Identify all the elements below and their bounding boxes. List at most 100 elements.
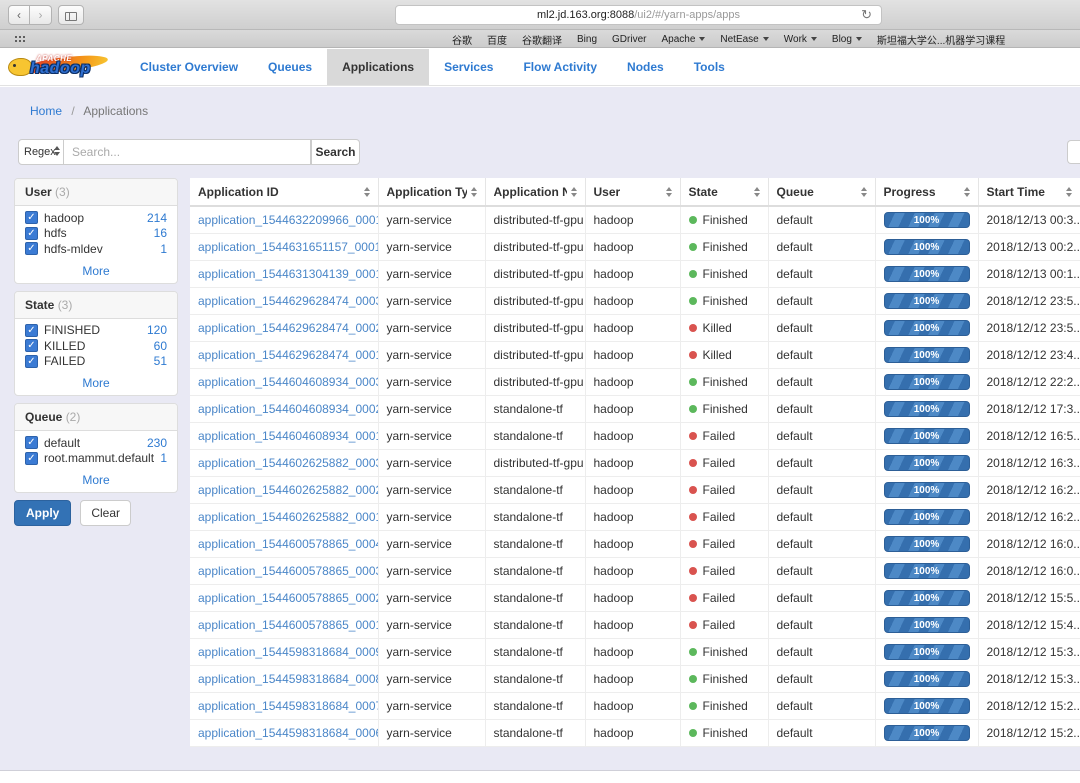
nav-tab[interactable]: Applications xyxy=(327,49,429,85)
application-link[interactable]: application_1544600578865_0004 xyxy=(198,537,378,551)
cell-queue: default xyxy=(768,530,875,557)
checkbox-checked[interactable]: ✓ xyxy=(25,436,38,449)
bookmark-label: 谷歌 xyxy=(452,32,472,47)
state-label: Failed xyxy=(703,483,736,497)
application-link[interactable]: application_1544600578865_0003 xyxy=(198,564,378,578)
application-link[interactable]: application_1544629628474_0001 xyxy=(198,348,378,362)
application-link[interactable]: application_1544629628474_0002 xyxy=(198,321,378,335)
bookmark[interactable]: 谷歌 xyxy=(452,32,472,47)
bookmarks-grid-icon[interactable] xyxy=(14,35,27,44)
browser-sidebar-button[interactable] xyxy=(58,5,84,25)
nav-tab[interactable]: Nodes xyxy=(612,49,679,85)
bookmark[interactable]: NetEase xyxy=(720,34,768,45)
search-button[interactable]: Search xyxy=(311,139,360,165)
filter-item-label: hdfs xyxy=(44,226,154,240)
cell-application-id: application_1544629628474_0002 xyxy=(190,314,378,341)
filter-item-count[interactable]: 51 xyxy=(154,354,167,368)
application-link[interactable]: application_1544598318684_0008 xyxy=(198,672,378,686)
progress-label: 100% xyxy=(914,512,940,523)
filter-item-count[interactable]: 60 xyxy=(154,339,167,353)
cell-progress: 100% xyxy=(875,314,978,341)
application-link[interactable]: application_1544604608934_0002 xyxy=(198,402,378,416)
application-link[interactable]: application_1544604608934_0001 xyxy=(198,429,378,443)
application-link[interactable]: application_1544602625882_0001 xyxy=(198,510,378,524)
column-header[interactable]: State xyxy=(680,178,768,206)
sort-icon[interactable] xyxy=(750,187,760,197)
application-link[interactable]: application_1544629628474_0003 xyxy=(198,294,378,308)
application-link[interactable]: application_1544631304139_0001 xyxy=(198,267,378,281)
sort-icon[interactable] xyxy=(567,187,577,197)
filter-item-count[interactable]: 120 xyxy=(147,323,167,337)
nav-tab[interactable]: Services xyxy=(429,49,508,85)
bookmark[interactable]: Bing xyxy=(577,34,597,45)
cell-state: Finished xyxy=(680,692,768,719)
search-input[interactable] xyxy=(64,139,311,165)
sort-icon[interactable] xyxy=(857,187,867,197)
filter-item-count[interactable]: 16 xyxy=(154,226,167,240)
cell-application-type: yarn-service xyxy=(378,503,485,530)
application-link[interactable]: application_1544598318684_0009 xyxy=(198,645,378,659)
column-header[interactable]: Application ID xyxy=(190,178,378,206)
progress-label: 100% xyxy=(914,566,940,577)
column-header[interactable]: Application Type xyxy=(378,178,485,206)
checkbox-checked[interactable]: ✓ xyxy=(25,324,38,337)
filter-item-count[interactable]: 1 xyxy=(160,242,167,256)
cell-user: hadoop xyxy=(585,557,680,584)
bookmark[interactable]: 百度 xyxy=(487,32,507,47)
queue-more-link[interactable]: More xyxy=(15,469,177,492)
application-link[interactable]: application_1544602625882_0002 xyxy=(198,483,378,497)
application-link[interactable]: application_1544600578865_0001 xyxy=(198,618,378,632)
checkbox-checked[interactable]: ✓ xyxy=(25,355,38,368)
application-link[interactable]: application_1544631651157_0001 xyxy=(198,240,378,254)
application-link[interactable]: application_1544598318684_0006 xyxy=(198,726,378,740)
column-header[interactable]: User xyxy=(585,178,680,206)
application-link[interactable]: application_1544602625882_0003 xyxy=(198,456,378,470)
bookmark[interactable]: GDriver xyxy=(612,34,646,45)
bookmark[interactable]: 谷歌翻译 xyxy=(522,32,562,47)
state-more-link[interactable]: More xyxy=(15,372,177,395)
sort-icon[interactable] xyxy=(1062,187,1072,197)
column-header[interactable]: Application Name xyxy=(485,178,585,206)
sort-icon[interactable] xyxy=(960,187,970,197)
column-header[interactable]: Start Time xyxy=(978,178,1080,206)
reload-icon[interactable]: ↻ xyxy=(861,7,872,23)
nav-tab[interactable]: Cluster Overview xyxy=(125,49,253,85)
bookmark[interactable]: Apache xyxy=(661,34,705,45)
cell-application-id: application_1544598318684_0006 xyxy=(190,719,378,746)
checkbox-checked[interactable]: ✓ xyxy=(25,211,38,224)
filter-item-count[interactable]: 214 xyxy=(147,211,167,225)
apply-button[interactable]: Apply xyxy=(14,500,71,526)
column-header[interactable]: Queue xyxy=(768,178,875,206)
progress-bar: 100% xyxy=(884,671,970,687)
nav-tab[interactable]: Tools xyxy=(679,49,740,85)
nav-tab[interactable]: Flow Activity xyxy=(508,49,612,85)
filter-item-count[interactable]: 230 xyxy=(147,436,167,450)
column-header[interactable]: Progress xyxy=(875,178,978,206)
clear-button[interactable]: Clear xyxy=(80,500,131,526)
application-link[interactable]: application_1544598318684_0007 xyxy=(198,699,378,713)
hadoop-logo[interactable]: APACHE hadoop xyxy=(0,49,125,85)
sort-icon[interactable] xyxy=(360,187,370,197)
filter-item-label: root.mammut.default xyxy=(44,451,160,465)
checkbox-checked[interactable]: ✓ xyxy=(25,452,38,465)
cell-application-name: distributed-tf-gpu xyxy=(485,449,585,476)
address-bar[interactable]: ml2.jd.163.org:8088/ui2/#/yarn-apps/apps xyxy=(395,5,882,25)
checkbox-checked[interactable]: ✓ xyxy=(25,242,38,255)
checkbox-checked[interactable]: ✓ xyxy=(25,339,38,352)
search-mode-select[interactable]: Regex xyxy=(18,139,64,165)
filter-item-count[interactable]: 1 xyxy=(160,451,167,465)
bookmark[interactable]: Blog xyxy=(832,34,862,45)
browser-forward-button[interactable]: › xyxy=(30,5,52,25)
application-link[interactable]: application_1544604608934_0003 xyxy=(198,375,378,389)
user-more-link[interactable]: More xyxy=(15,260,177,283)
checkbox-checked[interactable]: ✓ xyxy=(25,227,38,240)
application-link[interactable]: application_1544632209966_0001 xyxy=(198,213,378,227)
bookmark[interactable]: Work xyxy=(784,34,817,45)
bookmark[interactable]: 斯坦福大学公...机器学习课程 xyxy=(877,32,1005,47)
browser-back-button[interactable]: ‹ xyxy=(8,5,30,25)
nav-tab[interactable]: Queues xyxy=(253,49,327,85)
application-link[interactable]: application_1544600578865_0002 xyxy=(198,591,378,605)
breadcrumb-home-link[interactable]: Home xyxy=(30,104,62,118)
sort-icon[interactable] xyxy=(662,187,672,197)
sort-icon[interactable] xyxy=(467,187,477,197)
